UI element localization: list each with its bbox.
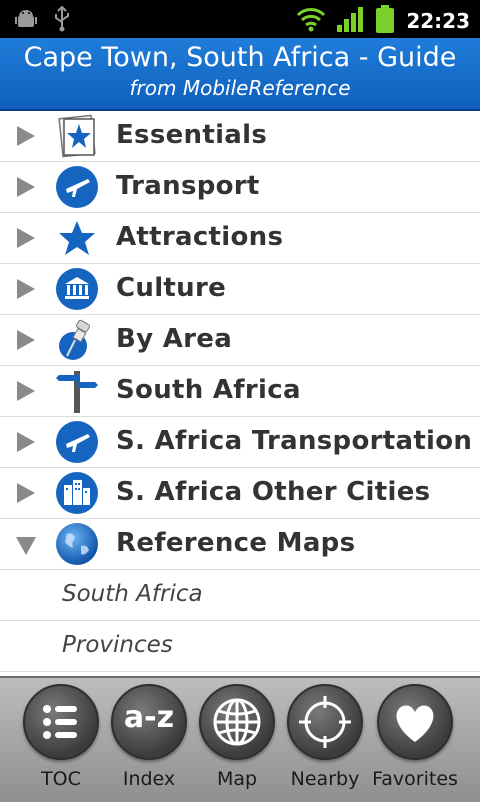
list-item-reference-maps[interactable]: Reference Maps bbox=[0, 519, 480, 570]
expand-arrow-icon[interactable] bbox=[17, 279, 35, 299]
subitem-south-africa[interactable]: South Africa bbox=[0, 570, 480, 621]
city-icon bbox=[55, 471, 99, 515]
a-z-icon: a-z bbox=[111, 684, 187, 760]
subitem-provinces[interactable]: Provinces bbox=[0, 621, 480, 672]
airplane-icon bbox=[55, 420, 99, 464]
page-subtitle: from MobileReference bbox=[129, 76, 351, 100]
toc-label: TOC bbox=[41, 768, 81, 790]
expand-arrow-icon[interactable] bbox=[17, 228, 35, 248]
list-item-label: Attractions bbox=[116, 222, 284, 252]
battery-icon bbox=[374, 4, 396, 38]
list-item-label: S. Africa Transportation bbox=[116, 426, 473, 456]
map-button[interactable]: Map bbox=[193, 684, 281, 796]
globe-icon bbox=[199, 684, 275, 760]
expand-arrow-icon[interactable] bbox=[17, 432, 35, 452]
star-icon bbox=[55, 216, 99, 260]
list-item-culture[interactable]: Culture bbox=[0, 264, 480, 315]
subitem-label: Provinces bbox=[62, 632, 173, 658]
list-item-label: Transport bbox=[116, 171, 260, 201]
subitem-label: South Africa bbox=[62, 581, 203, 607]
expand-arrow-icon[interactable] bbox=[17, 330, 35, 350]
essentials-icon bbox=[55, 114, 99, 158]
list-item-label: Essentials bbox=[116, 120, 268, 150]
collapse-arrow-icon[interactable] bbox=[16, 537, 36, 555]
wifi-icon bbox=[296, 5, 326, 37]
list-item-label: Culture bbox=[116, 273, 226, 303]
list-item-label: By Area bbox=[116, 324, 233, 354]
android-debug-icon bbox=[14, 7, 38, 35]
list-item-label: Reference Maps bbox=[116, 528, 356, 558]
app-header: Cape Town, South Africa - Guide from Mob… bbox=[0, 38, 480, 111]
globe-icon bbox=[55, 522, 99, 566]
list-item-s-africa-other-cities[interactable]: S. Africa Other Cities bbox=[0, 468, 480, 519]
page-title: Cape Town, South Africa - Guide bbox=[23, 42, 457, 73]
toc-list: Essentials Transport Attractions Culture… bbox=[0, 111, 480, 672]
museum-icon bbox=[55, 267, 99, 311]
toc-button[interactable]: TOC bbox=[17, 684, 105, 796]
nearby-button[interactable]: Nearby bbox=[281, 684, 369, 796]
airplane-icon bbox=[55, 165, 99, 209]
favorites-label: Favorites bbox=[372, 768, 458, 790]
expand-arrow-icon[interactable] bbox=[17, 381, 35, 401]
status-bar: 22:23 bbox=[0, 0, 480, 38]
signal-icon bbox=[336, 5, 364, 37]
pushpin-icon bbox=[55, 318, 99, 362]
list-item-essentials[interactable]: Essentials bbox=[0, 111, 480, 162]
crosshair-icon bbox=[287, 684, 363, 760]
heart-icon bbox=[377, 684, 453, 760]
list-item-south-africa[interactable]: South Africa bbox=[0, 366, 480, 417]
a-z-glyph: a-z bbox=[123, 700, 175, 735]
usb-icon bbox=[52, 5, 72, 36]
bottom-toolbar: TOC a-z Index Map Nearby Favorites bbox=[0, 676, 480, 802]
list-item-transport[interactable]: Transport bbox=[0, 162, 480, 213]
index-label: Index bbox=[122, 768, 176, 790]
list-item-by-area[interactable]: By Area bbox=[0, 315, 480, 366]
list-item-label: S. Africa Other Cities bbox=[116, 477, 431, 507]
nearby-label: Nearby bbox=[290, 768, 360, 790]
list-icon bbox=[23, 684, 99, 760]
expand-arrow-icon[interactable] bbox=[17, 126, 35, 146]
list-item-attractions[interactable]: Attractions bbox=[0, 213, 480, 264]
signpost-icon bbox=[55, 369, 99, 413]
expand-arrow-icon[interactable] bbox=[17, 177, 35, 197]
list-item-s-africa-transportation[interactable]: S. Africa Transportation bbox=[0, 417, 480, 468]
index-button[interactable]: a-z Index bbox=[105, 684, 193, 796]
list-item-label: South Africa bbox=[116, 375, 301, 405]
expand-arrow-icon[interactable] bbox=[17, 483, 35, 503]
map-label: Map bbox=[216, 768, 258, 790]
favorites-button[interactable]: Favorites bbox=[371, 684, 459, 796]
status-clock: 22:23 bbox=[406, 9, 470, 33]
